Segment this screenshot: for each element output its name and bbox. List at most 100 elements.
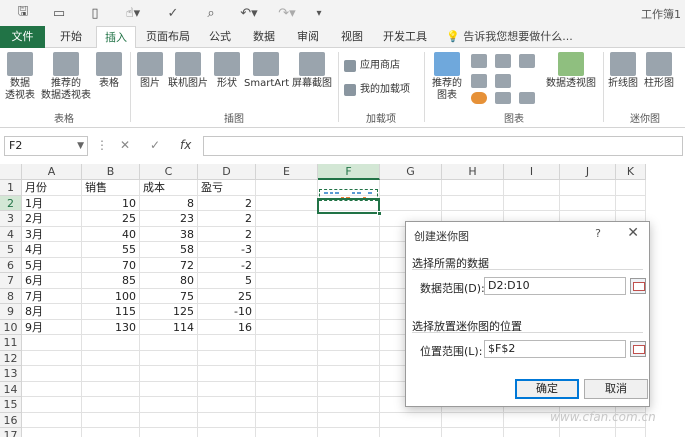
cell-D7[interactable]: 5 [198, 273, 256, 289]
row-header-15[interactable]: 15 [0, 397, 22, 413]
cell-E10[interactable] [256, 319, 318, 335]
cell-B9[interactable]: 115 [82, 304, 140, 320]
cell-B5[interactable]: 55 [82, 242, 140, 258]
cell-E1[interactable] [256, 180, 318, 196]
cell-G16[interactable] [380, 412, 442, 428]
cell-F12[interactable] [318, 350, 380, 366]
tab-view[interactable]: 视图 [332, 26, 372, 48]
cell-A5[interactable]: 4月 [22, 242, 82, 258]
cell-C15[interactable] [140, 397, 198, 413]
cell-A8[interactable]: 7月 [22, 288, 82, 304]
column-header-E[interactable]: E [256, 164, 318, 180]
cell-C8[interactable]: 75 [140, 288, 198, 304]
cell-D15[interactable] [198, 397, 256, 413]
row-header-9[interactable]: 9 [0, 304, 22, 320]
cell-A1[interactable]: 月份 [22, 180, 82, 196]
cell-A3[interactable]: 2月 [22, 211, 82, 227]
cell-A16[interactable] [22, 412, 82, 428]
online-pictures-button[interactable]: 联机图片 [166, 52, 210, 90]
pivot-chart-button[interactable]: 数据透视图 [544, 52, 598, 90]
cell-B1[interactable]: 销售 [82, 180, 140, 196]
column-header-K[interactable]: K [616, 164, 646, 180]
cell-B2[interactable]: 10 [82, 195, 140, 211]
picture-button[interactable]: 图片 [134, 52, 166, 90]
cell-C2[interactable]: 8 [140, 195, 198, 211]
ok-button[interactable]: 确定 [515, 379, 579, 399]
row-header-13[interactable]: 13 [0, 366, 22, 382]
tab-file[interactable]: 文件 [0, 26, 45, 48]
my-addins-button[interactable]: 我的加载项 [344, 82, 410, 98]
cell-F15[interactable] [318, 397, 380, 413]
cell-G2[interactable] [380, 195, 442, 211]
row-header-2[interactable]: 2 [0, 195, 22, 211]
row-header-8[interactable]: 8 [0, 288, 22, 304]
cell-A7[interactable]: 6月 [22, 273, 82, 289]
cell-E13[interactable] [256, 366, 318, 382]
cell-B10[interactable]: 130 [82, 319, 140, 335]
store-button[interactable]: 应用商店 [344, 58, 400, 74]
cell-C11[interactable] [140, 335, 198, 351]
cell-J17[interactable] [560, 428, 616, 437]
cell-B11[interactable] [82, 335, 140, 351]
row-header-7[interactable]: 7 [0, 273, 22, 289]
cell-D14[interactable] [198, 381, 256, 397]
cell-B12[interactable] [82, 350, 140, 366]
column-header-J[interactable]: J [560, 164, 616, 180]
enter-icon[interactable]: ✓ [150, 138, 160, 152]
recommended-charts-button[interactable]: 推荐的 图表 [428, 52, 466, 102]
cell-E17[interactable] [256, 428, 318, 437]
cell-F8[interactable] [318, 288, 380, 304]
cell-J1[interactable] [560, 180, 616, 196]
cell-D10[interactable]: 16 [198, 319, 256, 335]
tab-developer[interactable]: 开发工具 [376, 26, 434, 48]
cell-C10[interactable]: 114 [140, 319, 198, 335]
save-icon[interactable]: 🖫 [14, 4, 32, 22]
new-icon[interactable]: ▯ [86, 4, 104, 22]
cell-E6[interactable] [256, 257, 318, 273]
column-header-I[interactable]: I [504, 164, 560, 180]
row-header-3[interactable]: 3 [0, 211, 22, 227]
cell-A6[interactable]: 5月 [22, 257, 82, 273]
cell-K1[interactable] [616, 180, 646, 196]
spelling-icon[interactable]: ✓ [164, 4, 182, 22]
cell-E8[interactable] [256, 288, 318, 304]
open-icon[interactable]: ▭ [50, 4, 68, 22]
cell-H2[interactable] [442, 195, 504, 211]
combo-chart-button[interactable] [516, 92, 538, 106]
row-header-6[interactable]: 6 [0, 257, 22, 273]
cell-C9[interactable]: 125 [140, 304, 198, 320]
cell-J2[interactable] [560, 195, 616, 211]
sparkline-column-button[interactable]: 柱形图 [642, 52, 676, 90]
row-header-4[interactable]: 4 [0, 226, 22, 242]
cell-B8[interactable]: 100 [82, 288, 140, 304]
cell-F14[interactable] [318, 381, 380, 397]
recommended-pivot-button[interactable]: 推荐的 数据透视表 [40, 52, 92, 102]
sparkline-line-button[interactable]: 折线图 [606, 52, 640, 90]
location-range-input[interactable]: $F$2 [484, 340, 626, 358]
column-header-A[interactable]: A [22, 164, 82, 180]
fill-handle[interactable] [377, 211, 382, 216]
cell-H16[interactable] [442, 412, 504, 428]
cell-B16[interactable] [82, 412, 140, 428]
cell-C17[interactable] [140, 428, 198, 437]
cell-A11[interactable] [22, 335, 82, 351]
cell-E4[interactable] [256, 226, 318, 242]
row-header-12[interactable]: 12 [0, 350, 22, 366]
cell-G17[interactable] [380, 428, 442, 437]
cancel-icon[interactable]: ✕ [120, 138, 130, 152]
cell-F9[interactable] [318, 304, 380, 320]
select-all-corner[interactable] [0, 164, 22, 180]
cell-A15[interactable] [22, 397, 82, 413]
cell-D11[interactable] [198, 335, 256, 351]
tab-formulas[interactable]: 公式 [200, 26, 240, 48]
customize-qat-icon[interactable]: ▾ [312, 4, 326, 22]
cell-F13[interactable] [318, 366, 380, 382]
screenshot-button[interactable]: 屏幕截图 [290, 52, 334, 90]
row-header-11[interactable]: 11 [0, 335, 22, 351]
cell-D16[interactable] [198, 412, 256, 428]
cell-I2[interactable] [504, 195, 560, 211]
cell-H17[interactable] [442, 428, 504, 437]
tab-page-layout[interactable]: 页面布局 [140, 26, 196, 48]
cell-A12[interactable] [22, 350, 82, 366]
cell-A9[interactable]: 8月 [22, 304, 82, 320]
